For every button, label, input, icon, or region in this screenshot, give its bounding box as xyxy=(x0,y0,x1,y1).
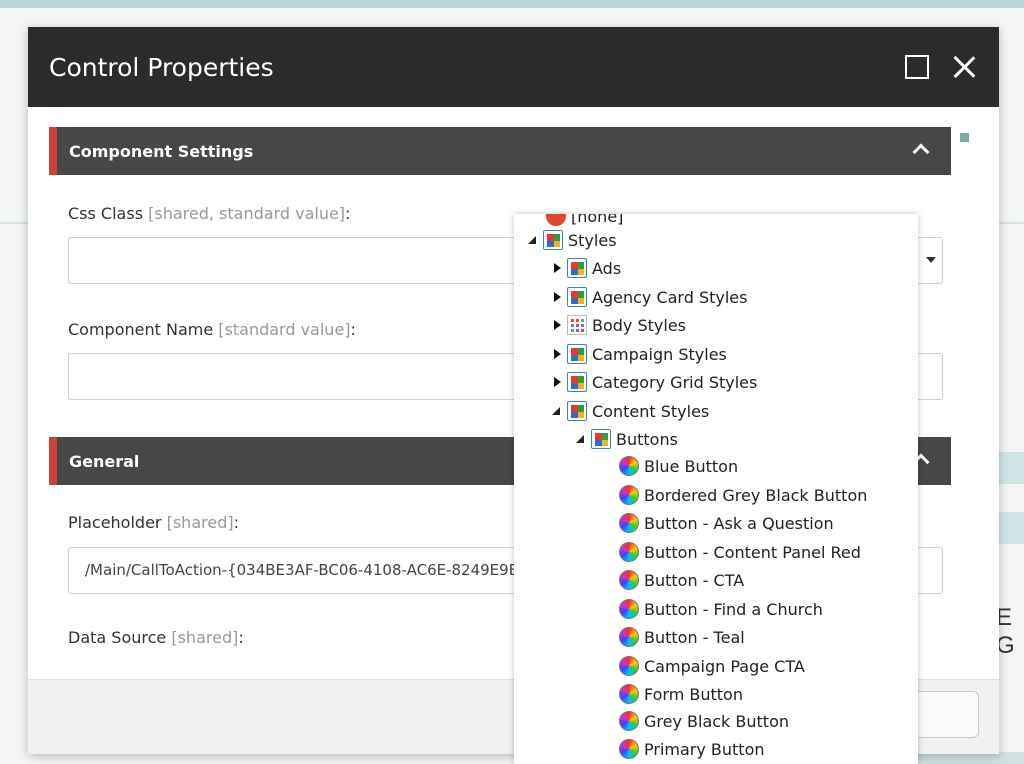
background-text: E G xyxy=(996,604,1017,659)
tree-item-ads[interactable]: Ads xyxy=(550,255,621,281)
dialog-title: Control Properties xyxy=(49,52,274,82)
tree-item-agency-card-styles[interactable]: Agency Card Styles xyxy=(550,284,747,310)
tree-item-button-style[interactable]: Form Button xyxy=(619,681,743,707)
section-title: General xyxy=(69,451,140,471)
style-folder-icon xyxy=(543,230,563,250)
component-name-label: Component Name [standard value]: xyxy=(68,320,356,339)
tree-item-button-style[interactable]: Button - CTA xyxy=(619,567,744,593)
tree-item-button-style[interactable]: Primary Button xyxy=(619,736,765,762)
color-wheel-icon xyxy=(619,711,639,731)
style-folder-icon xyxy=(591,429,611,449)
collapsed-arrow-icon[interactable] xyxy=(550,290,564,304)
tree-item-campaign-styles[interactable]: Campaign Styles xyxy=(550,341,727,367)
section-title: Component Settings xyxy=(69,141,254,161)
placeholder-label: Placeholder [shared]: xyxy=(68,513,239,532)
background-band xyxy=(998,512,1024,544)
section-component-settings[interactable]: Component Settings xyxy=(49,127,951,175)
color-wheel-icon xyxy=(619,684,639,704)
chevron-down-icon[interactable] xyxy=(926,257,936,263)
collapsed-arrow-icon[interactable] xyxy=(550,318,564,332)
color-wheel-icon xyxy=(619,513,639,533)
expanded-arrow-icon[interactable] xyxy=(574,432,588,446)
tree-item-button-style[interactable]: Grey Black Button xyxy=(619,708,789,734)
tree-item-category-grid-styles[interactable]: Category Grid Styles xyxy=(550,369,757,395)
tree-item-buttons[interactable]: Buttons xyxy=(574,426,678,452)
side-marker xyxy=(960,133,969,142)
chevron-up-icon[interactable] xyxy=(912,143,930,161)
css-class-dropdown-tree[interactable]: [none] Styles Ads Agency Card Styles Bod… xyxy=(514,214,918,764)
style-folder-icon xyxy=(567,372,587,392)
none-icon xyxy=(546,214,566,226)
data-source-label: Data Source [shared]: xyxy=(68,628,244,647)
dialog-header: Control Properties xyxy=(28,27,999,107)
expanded-arrow-icon[interactable] xyxy=(526,233,540,247)
tree-item-content-styles[interactable]: Content Styles xyxy=(550,398,709,424)
color-wheel-icon xyxy=(619,485,639,505)
color-wheel-icon xyxy=(619,656,639,676)
tree-item-button-style[interactable]: Campaign Page CTA xyxy=(619,653,805,679)
collapsed-arrow-icon[interactable] xyxy=(550,375,564,389)
color-wheel-icon xyxy=(619,599,639,619)
color-wheel-icon xyxy=(619,570,639,590)
background-top-bar xyxy=(0,0,1024,8)
color-wheel-icon xyxy=(619,627,639,647)
collapsed-arrow-icon[interactable] xyxy=(550,347,564,361)
color-wheel-icon xyxy=(619,542,639,562)
expanded-arrow-icon[interactable] xyxy=(550,404,564,418)
style-folder-icon xyxy=(567,287,587,307)
maximize-icon[interactable] xyxy=(905,55,929,79)
grid-icon xyxy=(567,315,587,335)
style-folder-icon xyxy=(567,258,587,278)
background-band xyxy=(998,452,1024,484)
tree-item-button-style[interactable]: Bordered Grey Black Button xyxy=(619,482,867,508)
css-class-label: Css Class [shared, standard value]: xyxy=(68,204,351,223)
style-folder-icon xyxy=(567,401,587,421)
color-wheel-icon xyxy=(619,456,639,476)
tree-item-body-styles[interactable]: Body Styles xyxy=(550,312,686,338)
tree-item-button-style[interactable]: Blue Button xyxy=(619,453,738,479)
tree-item-styles[interactable]: Styles xyxy=(526,227,617,253)
tree-item-button-style[interactable]: Button - Teal xyxy=(619,624,745,650)
tree-item-button-style[interactable]: Button - Ask a Question xyxy=(619,510,834,536)
collapsed-arrow-icon[interactable] xyxy=(550,261,564,275)
close-icon[interactable] xyxy=(952,55,976,79)
tree-item-button-style[interactable]: Button - Find a Church xyxy=(619,596,823,622)
style-folder-icon xyxy=(567,344,587,364)
color-wheel-icon xyxy=(619,739,639,759)
tree-item-button-style[interactable]: Button - Content Panel Red xyxy=(619,539,861,565)
